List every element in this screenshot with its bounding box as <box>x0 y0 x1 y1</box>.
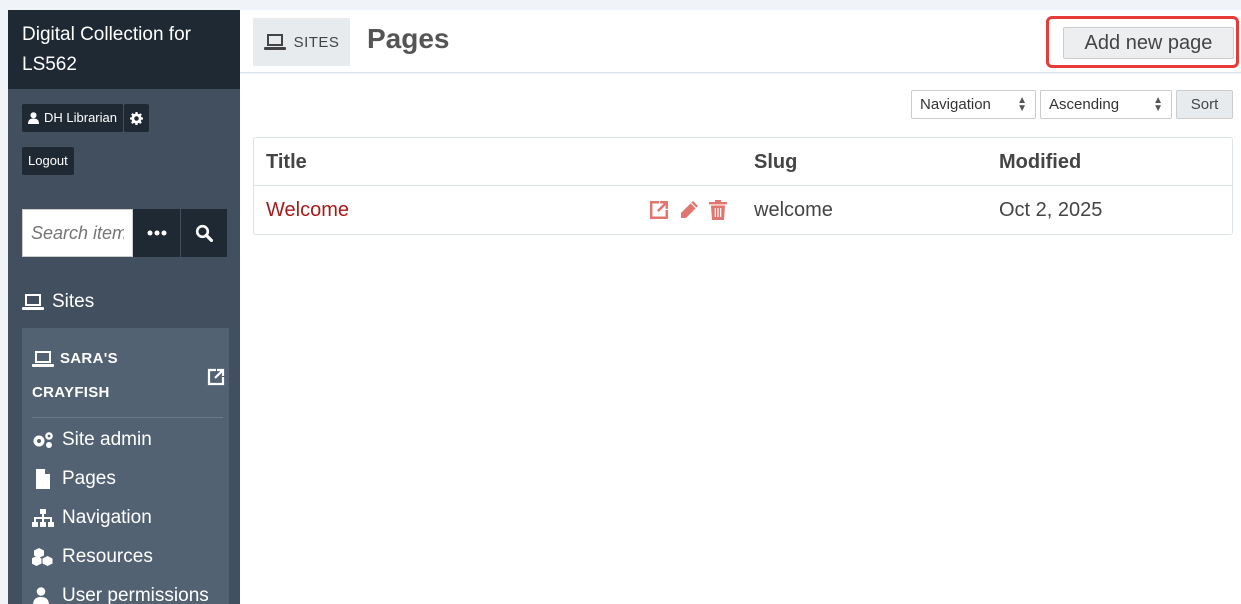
logout-button[interactable]: Logout <box>22 147 74 175</box>
section-label: SITES <box>293 33 340 51</box>
gear-icon <box>129 111 143 125</box>
table-header: Title Slug Modified <box>254 138 1232 186</box>
search-submit-button[interactable] <box>180 209 227 257</box>
sitemap-icon <box>32 508 54 527</box>
nav-label: Site admin <box>62 428 152 450</box>
column-header-modified: Modified <box>999 150 1082 173</box>
page-header: SITES Pages Add new page <box>240 10 1241 73</box>
search-icon <box>195 224 213 242</box>
install-title[interactable]: Digital Collection for LS562 <box>8 10 240 89</box>
sort-controls: Navigation ▲ ▼ Ascending ▲ ▼ Sort <box>911 90 1233 119</box>
main-content: Navigation ▲ ▼ Ascending ▲ ▼ Sort Title Sl… <box>240 74 1241 604</box>
site-nav: Site admin Pages Navigation Resources Us… <box>32 420 227 604</box>
table-row: Welcome welcome Oct 2, 2025 <box>254 186 1232 234</box>
advanced-search-button[interactable] <box>133 209 180 257</box>
select-caret-icon: ▲ ▼ <box>1153 94 1163 114</box>
column-header-title: Title <box>266 150 307 173</box>
sort-by-select[interactable]: Navigation ▲ ▼ <box>911 90 1036 119</box>
add-new-page-button[interactable]: Add new page <box>1063 27 1234 59</box>
search-form <box>22 209 227 257</box>
page-title-link[interactable]: Welcome <box>266 186 349 234</box>
view-site-button[interactable] <box>207 368 225 391</box>
trash-icon <box>709 200 727 220</box>
user-bar: DH Librarian <box>22 104 149 132</box>
user-name: DH Librarian <box>44 110 117 125</box>
external-link-icon <box>650 201 668 219</box>
edit-page-button[interactable] <box>679 200 699 220</box>
laptop-icon <box>22 294 44 310</box>
nav-user-permissions[interactable]: User permissions <box>32 576 227 604</box>
page-title: Pages <box>367 23 450 54</box>
sort-order-select[interactable]: Ascending ▲ ▼ <box>1040 90 1172 119</box>
nav-pages[interactable]: Pages <box>32 459 227 498</box>
nav-label: Pages <box>62 467 116 489</box>
search-input[interactable] <box>22 209 133 257</box>
laptop-icon <box>32 351 54 367</box>
nav-navigation[interactable]: Navigation <box>32 498 227 537</box>
site-name-link[interactable]: SARA'S CRAYFISH <box>32 342 217 410</box>
nav-label: Navigation <box>62 506 152 528</box>
page-modified-date: Oct 2, 2025 <box>999 198 1103 221</box>
user-icon <box>33 586 49 604</box>
current-site-panel: SARA'S CRAYFISH Site admin Pages Navigat… <box>22 328 229 604</box>
nav-label: Resources <box>62 545 153 567</box>
laptop-icon <box>263 34 286 50</box>
view-page-button[interactable] <box>649 200 669 220</box>
sort-by-value: Navigation <box>920 96 991 113</box>
sites-heading: Sites <box>52 291 95 312</box>
add-button-highlight: Add new page <box>1046 16 1239 68</box>
user-settings-button[interactable] <box>123 104 149 132</box>
pages-table: Title Slug Modified Welcome welcome Oct … <box>253 137 1233 235</box>
row-actions <box>649 186 727 234</box>
cubes-icon <box>32 547 53 566</box>
sites-link[interactable]: Sites <box>22 291 94 313</box>
delete-page-button[interactable] <box>709 200 727 220</box>
column-header-slug: Slug <box>754 150 798 173</box>
page-slug: welcome <box>754 198 833 221</box>
cogs-icon <box>33 431 53 448</box>
sites-breadcrumb[interactable]: SITES <box>253 18 350 66</box>
user-icon <box>28 112 39 124</box>
divider <box>32 417 223 418</box>
nav-site-admin[interactable]: Site admin <box>32 420 227 459</box>
user-profile-link[interactable]: DH Librarian <box>22 104 124 132</box>
file-icon <box>36 468 50 489</box>
pencil-icon <box>681 201 698 218</box>
sidebar: Digital Collection for LS562 DH Libraria… <box>8 10 240 604</box>
sort-order-value: Ascending <box>1049 96 1120 113</box>
nav-resources[interactable]: Resources <box>32 537 227 576</box>
sort-button[interactable]: Sort <box>1176 90 1233 119</box>
site-name-line1: SARA'S <box>60 350 118 367</box>
external-link-icon <box>207 368 225 386</box>
nav-label: User permissions <box>62 584 209 604</box>
ellipsis-icon <box>147 230 166 236</box>
select-caret-icon: ▲ ▼ <box>1017 94 1027 114</box>
site-name-line2: CRAYFISH <box>32 384 110 401</box>
